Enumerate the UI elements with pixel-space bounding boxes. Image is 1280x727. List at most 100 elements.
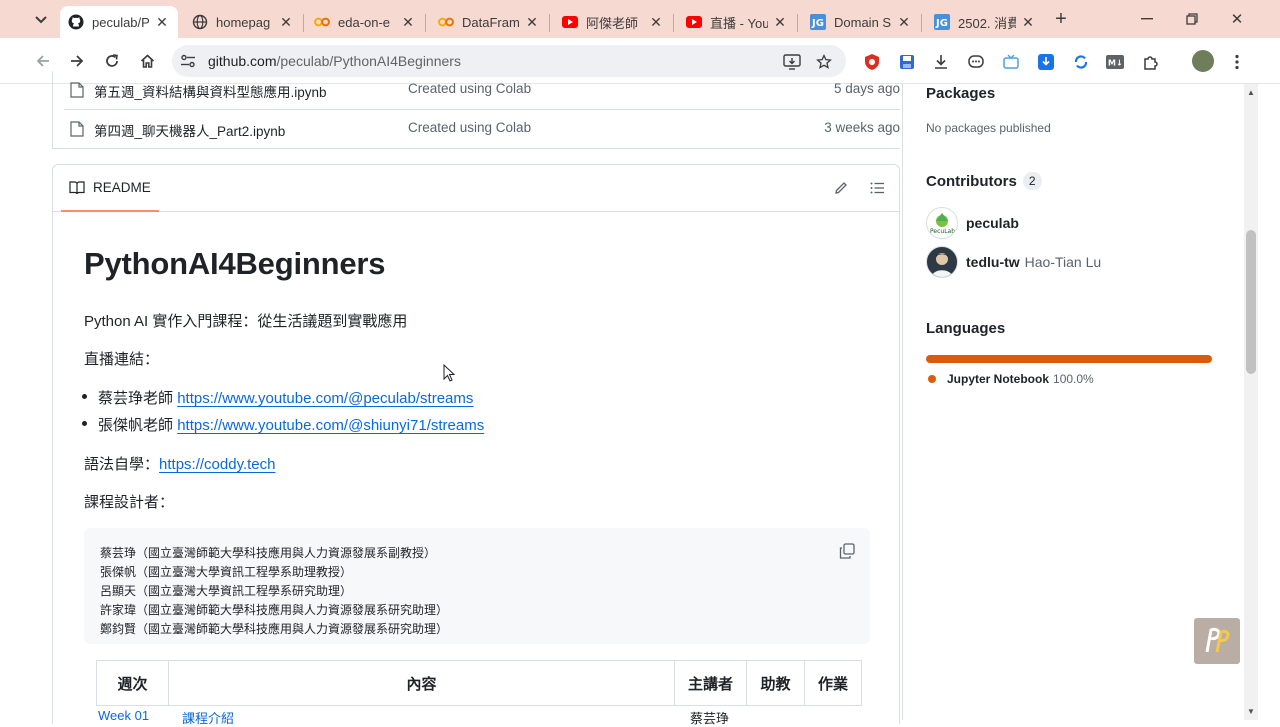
sync-extension-icon[interactable]: [1072, 53, 1090, 71]
download-manager-extension-icon[interactable]: [1037, 53, 1055, 71]
readme-title: PythonAI4Beginners: [84, 246, 386, 281]
more-menu-icon[interactable]: [1228, 53, 1246, 71]
tab-close-icon[interactable]: ✕: [648, 14, 664, 30]
contributor-login[interactable]: peculab: [966, 215, 1019, 231]
tab-close-icon[interactable]: ✕: [278, 14, 294, 30]
back-arrow-icon[interactable]: [31, 49, 55, 73]
edit-pencil-icon[interactable]: [833, 180, 849, 196]
contributor-login[interactable]: tedlu-tw: [966, 254, 1020, 270]
window-right-margin: [1258, 84, 1280, 720]
github-repo-page: 第五週_資料結構與資料型態應用.ipynb Created using Cola…: [22, 71, 1244, 726]
code-line: 許家瑋（國立臺灣師範大學科技應用與人力資源發展系研究助理）: [100, 603, 449, 617]
copy-icon[interactable]: [838, 542, 856, 560]
tab-colab-eda[interactable]: eda-on-e ✕: [306, 6, 424, 38]
table-cell-week[interactable]: Week 01: [98, 708, 149, 723]
colab-icon: [438, 14, 454, 30]
tab-homepage[interactable]: homepag ✕: [184, 6, 302, 38]
jg-icon: JG: [810, 14, 826, 30]
avatar[interactable]: PecuLab: [926, 207, 958, 239]
globe-icon: [192, 14, 208, 30]
list-item: 張傑帆老師 https://www.youtube.com/@shiunyi71…: [82, 414, 484, 435]
contributors-count: 2: [1022, 172, 1042, 190]
url-path: /peculab/PythonAI4Beginners: [276, 53, 461, 69]
tab-youtube-live[interactable]: 直播 - You ✕: [678, 6, 796, 38]
packages-heading[interactable]: Packages: [926, 85, 995, 102]
svg-text:JG: JG: [811, 18, 824, 29]
scroll-up-arrow-icon[interactable]: ▲: [1247, 89, 1255, 97]
scrollbar-thumb[interactable]: [1246, 230, 1256, 374]
save-extension-icon[interactable]: [898, 53, 916, 71]
scroll-down-arrow-icon[interactable]: ▼: [1247, 708, 1255, 716]
contributors-heading[interactable]: Contributors 2: [926, 172, 1042, 190]
readme-tab[interactable]: README: [61, 165, 159, 212]
markdown-extension-icon[interactable]: M↓: [1106, 53, 1124, 71]
tab-leetcode[interactable]: JG 2502. 消費 ✕: [926, 6, 1044, 38]
book-icon: [69, 180, 85, 195]
commit-message[interactable]: Created using Colab: [408, 81, 531, 96]
file-row[interactable]: 第五週_資料結構與資料型態應用.ipynb Created using Cola…: [64, 71, 900, 110]
tab-colab-dataframe[interactable]: DataFram ✕: [430, 6, 548, 38]
self-study-line: 語法自學：https://coddy.tech: [84, 453, 275, 474]
profile-avatar[interactable]: [1192, 50, 1214, 72]
table-cell-content[interactable]: 課程介紹: [182, 708, 234, 727]
download-icon[interactable]: [932, 53, 950, 71]
table-header-week: 週次: [96, 660, 168, 706]
code-line: 呂顯天（國立臺灣大學資訊工程學系研究助理）: [100, 584, 353, 598]
readme-tab-label: README: [93, 180, 151, 195]
svg-text:PecuLab: PecuLab: [930, 228, 955, 235]
commit-age: 3 weeks ago: [824, 120, 900, 135]
tab-close-icon[interactable]: ✕: [1020, 14, 1036, 30]
site-settings-icon[interactable]: [180, 53, 196, 69]
table-header-ta: 助教: [746, 660, 804, 706]
minimize-icon[interactable]: [1132, 8, 1162, 30]
contributor-item[interactable]: tedlu-tw Hao-Tian Lu: [926, 246, 1101, 278]
new-tab-plus-icon[interactable]: +: [1050, 9, 1072, 31]
languages-heading: Languages: [926, 320, 1006, 337]
tab-youtube-teacher[interactable]: 阿傑老師 ✕: [554, 6, 672, 38]
home-icon[interactable]: [135, 49, 159, 73]
tab-close-icon[interactable]: ✕: [896, 14, 912, 30]
avatar[interactable]: [926, 246, 958, 278]
reload-icon[interactable]: [100, 49, 124, 73]
shield-extension-icon[interactable]: [863, 53, 881, 71]
install-app-icon[interactable]: [782, 52, 802, 72]
url-text: github.com/peculab/PythonAI4Beginners: [208, 53, 461, 69]
tab-domain[interactable]: JG Domain S ✕: [802, 6, 920, 38]
self-study-label: 語法自學：: [84, 456, 160, 473]
tab-search-chevron-icon[interactable]: [28, 8, 54, 32]
svg-text:JG: JG: [935, 18, 948, 29]
file-row[interactable]: 第四週_聊天機器人_Part2.ipynb Created using Cola…: [64, 110, 900, 149]
svg-text:M↓: M↓: [1108, 59, 1123, 68]
code-line: 蔡芸琤（國立臺灣師範大學科技應用與人力資源發展系副教授）: [100, 546, 437, 560]
youtube-link[interactable]: https://www.youtube.com/@peculab/streams: [177, 390, 473, 407]
close-window-icon[interactable]: ✕: [1222, 8, 1252, 30]
language-name: Jupyter Notebook: [947, 372, 1050, 386]
tab-github-repo[interactable]: peculab/P ✕: [60, 6, 178, 38]
tab-close-icon[interactable]: ✕: [524, 14, 540, 30]
restore-icon[interactable]: [1177, 8, 1207, 30]
vertical-scrollbar[interactable]: ▲ ▼: [1244, 84, 1258, 720]
youtube-link[interactable]: https://www.youtube.com/@shiunyi71/strea…: [177, 417, 484, 434]
chat-extension-icon[interactable]: [967, 53, 985, 71]
table-cell-speaker: 蔡芸琤: [690, 711, 730, 726]
file-name[interactable]: 第四週_聊天機器人_Part2.ipynb: [94, 120, 285, 140]
tab-title: Domain S: [834, 14, 892, 30]
tab-close-icon[interactable]: ✕: [154, 14, 170, 30]
outline-list-icon[interactable]: [869, 180, 885, 196]
file-name[interactable]: 第五週_資料結構與資料型態應用.ipynb: [94, 81, 327, 101]
forward-arrow-icon[interactable]: [65, 49, 89, 73]
bookmark-star-icon[interactable]: [814, 52, 834, 72]
designers-code-block: 蔡芸琤（國立臺灣師範大學科技應用與人力資源發展系副教授） 張傑帆（國立臺灣大學資…: [84, 528, 870, 644]
contributor-item[interactable]: PecuLab peculab: [926, 207, 1019, 239]
language-bar[interactable]: [926, 355, 1212, 363]
extensions-puzzle-icon[interactable]: [1142, 53, 1160, 71]
coddy-link[interactable]: https://coddy.tech: [159, 456, 275, 473]
tab-close-icon[interactable]: ✕: [400, 14, 416, 30]
tab-close-icon[interactable]: ✕: [772, 14, 788, 30]
language-item[interactable]: Jupyter Notebook 100.0%: [928, 372, 1094, 386]
commit-message[interactable]: Created using Colab: [408, 120, 531, 135]
browser-tab-strip: peculab/P ✕ homepag ✕ eda-on-e ✕ DataFra…: [0, 0, 1280, 38]
file-icon: [70, 82, 84, 98]
tv-extension-icon[interactable]: [1002, 53, 1020, 71]
jg-icon: JG: [934, 14, 950, 30]
